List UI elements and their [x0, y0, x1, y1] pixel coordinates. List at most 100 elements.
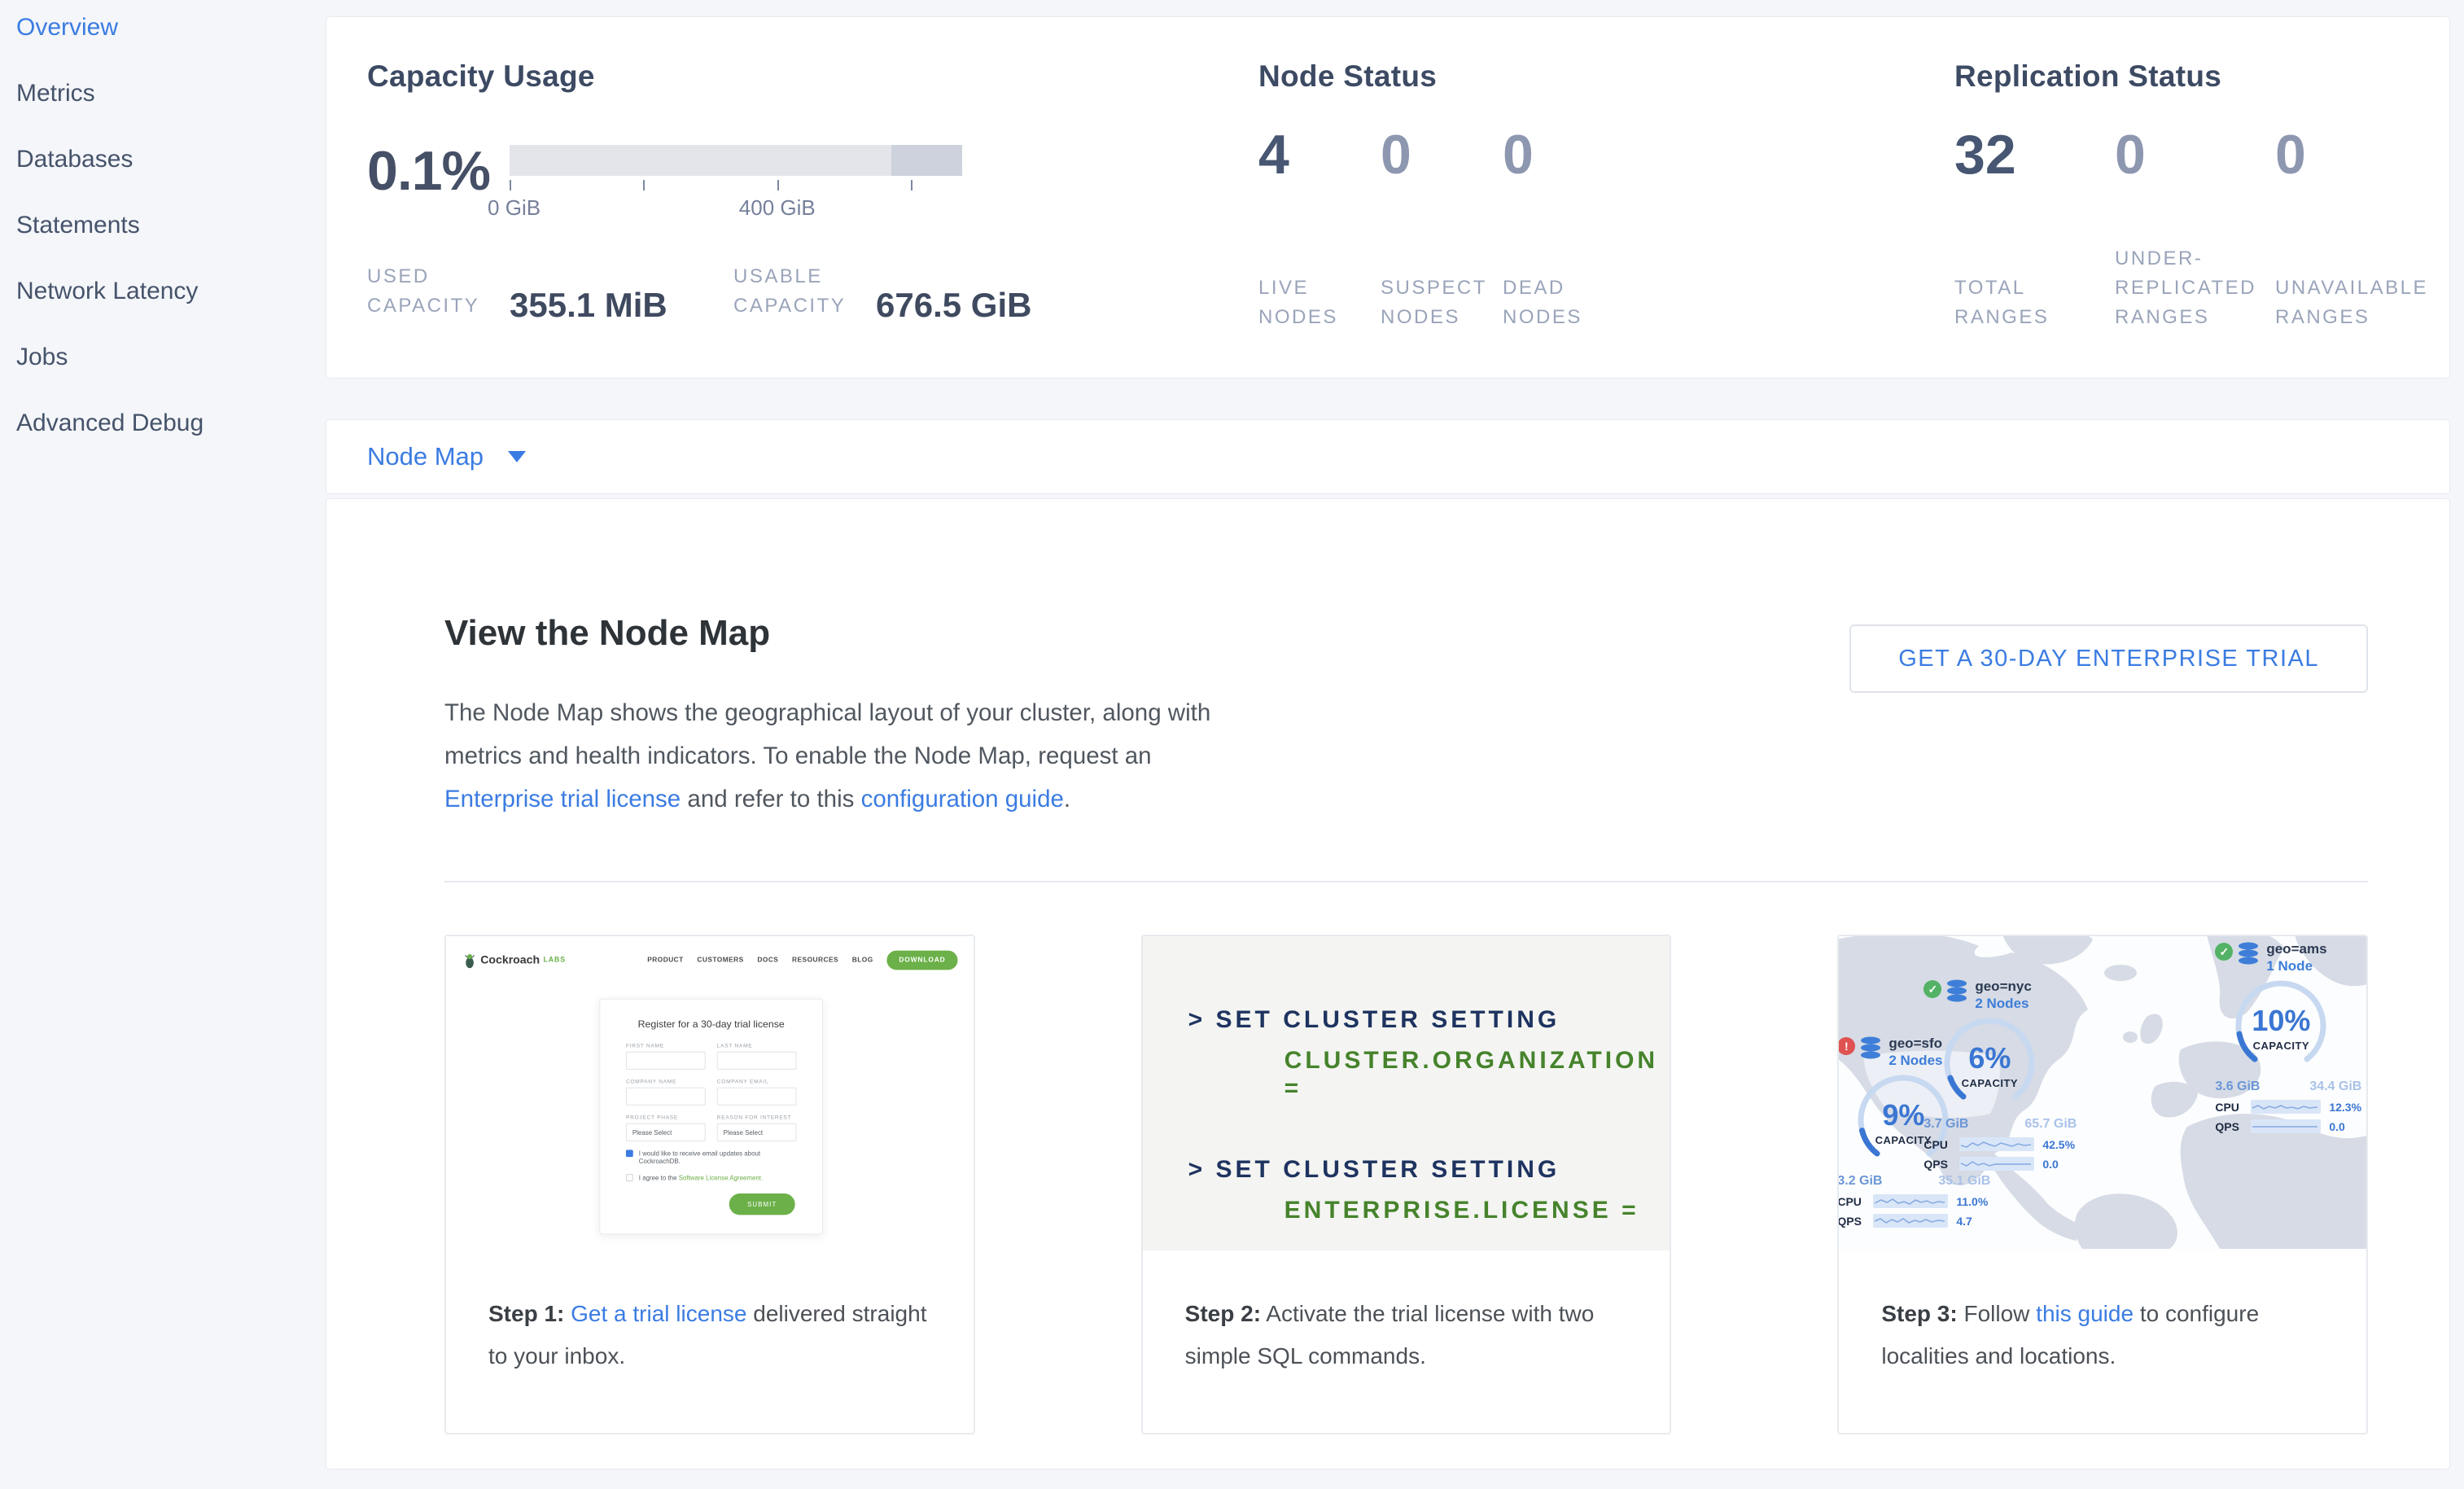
- node-map-selector-label: Node Map: [367, 442, 484, 471]
- ams-geo-label: geo=ams: [2266, 941, 2326, 957]
- stat-unavailable-ranges: 0 UNAVAILABLE RANGES: [2275, 125, 2436, 332]
- unavailable-ranges-value: 0: [2275, 125, 2436, 185]
- project-phase-label: PROJECT PHASE: [626, 1114, 706, 1120]
- sidebar-item-advanced-debug[interactable]: Advanced Debug: [16, 407, 326, 473]
- stat-live-nodes: 4 LIVE NODES: [1258, 125, 1381, 332]
- trial-register-form: Register for a 30-day trial license FIRS…: [599, 999, 823, 1235]
- sidebar-item-metrics[interactable]: Metrics: [16, 77, 326, 143]
- sidebar-item-jobs[interactable]: Jobs: [16, 341, 326, 407]
- stat-dead-nodes: 0 DEAD NODES: [1503, 125, 1625, 332]
- sfo-cpu-value: 11.0%: [1956, 1195, 1988, 1208]
- qps-label: QPS: [1923, 1158, 1959, 1171]
- cockroach-logo-icon: [463, 953, 476, 968]
- ams-labels: geo=ams 1 Node: [2266, 941, 2326, 975]
- usable-capacity-value: 676.5 GiB: [876, 286, 1031, 325]
- cpu-label: CPU: [1923, 1138, 1959, 1151]
- sfo-qps-row: QPS 4.7: [1839, 1214, 2000, 1228]
- step2-label: Step 2:: [1185, 1301, 1261, 1326]
- project-phase-select: Please Select: [626, 1123, 706, 1141]
- cluster-summary-panel: Capacity Usage 0.1% 0 GiB 400 Gi: [326, 16, 2450, 379]
- unavailable-ranges-label: UNAVAILABLE RANGES: [2275, 274, 2427, 332]
- sql-commands-snippet: > SET CLUSTER SETTING CLUSTER.ORGANIZATI…: [1143, 936, 1670, 1250]
- project-phase-field: PROJECT PHASE Please Select: [626, 1114, 706, 1141]
- last-name-field: LAST NAME: [717, 1042, 797, 1069]
- sidebar-item-statements[interactable]: Statements: [16, 209, 326, 275]
- total-ranges-label: TOTAL RANGES: [1954, 274, 2106, 332]
- node-map-description: The Node Map shows the geographical layo…: [444, 691, 1263, 821]
- reason-for-interest-select: Please Select: [717, 1123, 797, 1141]
- stat-suspect-nodes: 0 SUSPECT NODES: [1381, 125, 1503, 332]
- last-name-label: LAST NAME: [717, 1042, 797, 1049]
- map-region-nyc: ✓ geo=nyc 2 Nodes: [1923, 979, 2086, 1171]
- nyc-header: ✓ geo=nyc 2 Nodes: [1923, 979, 2086, 1013]
- usable-capacity-label: USABLE CAPACITY: [733, 262, 876, 321]
- node-status-title: Node Status: [1258, 59, 1954, 94]
- company-name-field: COMPANY NAME: [626, 1078, 706, 1105]
- capacity-bar-ticks: [510, 180, 962, 191]
- checkbox-checked-icon: [626, 1150, 633, 1157]
- live-nodes-value: 4: [1258, 125, 1381, 185]
- email-updates-checkbox-row: I would like to receive email updates ab…: [626, 1150, 797, 1165]
- tick-mark: [777, 180, 779, 191]
- sparkline-chart: [1959, 1137, 2034, 1151]
- sidebar-item-network-latency[interactable]: Network Latency: [16, 275, 326, 341]
- capacity-bar-reserved-segment: [891, 145, 962, 176]
- dead-nodes-value: 0: [1503, 125, 1625, 185]
- nyc-capacity-label: CAPACITY: [1923, 1077, 2055, 1089]
- used-capacity-label: USED CAPACITY: [367, 262, 510, 321]
- register-form-title: Register for a 30-day trial license: [626, 1018, 797, 1029]
- sfo-cpu-row: CPU 11.0%: [1839, 1194, 2000, 1208]
- step3-label: Step 3:: [1881, 1301, 1957, 1326]
- company-email-input: [717, 1088, 797, 1106]
- step1-caption: Step 1: Get a trial license delivered st…: [446, 1250, 974, 1377]
- alert-icon: !: [1839, 1037, 1855, 1055]
- step3-card: ! geo=sfo 2 Nodes: [1837, 935, 2368, 1434]
- sql-line-2: CLUSTER.ORGANIZATION =: [1285, 1047, 1670, 1102]
- steps-row: Cockroach LABS PRODUCT CUSTOMERS DOCS RE…: [444, 935, 2368, 1434]
- step3-caption: Step 3: Follow this guide to configure l…: [1839, 1250, 2366, 1377]
- get-trial-license-link[interactable]: Get a trial license: [571, 1301, 746, 1326]
- first-name-input: [626, 1052, 706, 1070]
- step1-card: Cockroach LABS PRODUCT CUSTOMERS DOCS RE…: [444, 935, 975, 1434]
- submit-button: SUBMIT: [729, 1193, 795, 1215]
- map-region-ams: ✓ geo=ams 1 Node: [2215, 941, 2366, 1133]
- check-icon: ✓: [1923, 980, 1941, 998]
- node-map-header-row: View the Node Map The Node Map shows the…: [444, 613, 2368, 821]
- tick-mark: [911, 180, 913, 191]
- sidebar-item-databases[interactable]: Databases: [16, 143, 326, 209]
- suspect-nodes-value: 0: [1381, 125, 1503, 185]
- sparkline-chart: [2251, 1100, 2321, 1114]
- nyc-labels: geo=nyc 2 Nodes: [1975, 979, 2031, 1013]
- node-map-selector[interactable]: Node Map: [326, 419, 2450, 494]
- ams-header: ✓ geo=ams 1 Node: [2215, 941, 2366, 975]
- step2-caption: Step 2: Activate the trial license with …: [1143, 1250, 1670, 1377]
- nyc-total-capacity: 65.7 GiB: [2024, 1117, 2077, 1132]
- nyc-node-count: 2 Nodes: [1975, 995, 2031, 1013]
- suspect-nodes-label: SUSPECT NODES: [1381, 274, 1501, 332]
- get-enterprise-trial-button[interactable]: GET A 30-DAY ENTERPRISE TRIAL: [1849, 624, 2368, 693]
- this-guide-link[interactable]: this guide: [2036, 1301, 2134, 1326]
- ams-qps-value: 0.0: [2329, 1120, 2344, 1133]
- ams-qps-row: QPS 0.0: [2215, 1119, 2366, 1133]
- first-name-field: FIRST NAME: [626, 1042, 706, 1069]
- sidebar-item-overview[interactable]: Overview: [16, 11, 326, 77]
- enterprise-trial-license-link[interactable]: Enterprise trial license: [444, 786, 681, 812]
- ams-used-capacity: 3.6 GiB: [2215, 1080, 2260, 1094]
- used-capacity-value: 355.1 MiB: [510, 286, 691, 325]
- configuration-guide-link[interactable]: configuration guide: [861, 786, 1064, 812]
- sql-line-4: ENTERPRISE.LICENSE =: [1285, 1197, 1670, 1224]
- nav-item-blog: BLOG: [852, 957, 873, 965]
- capacity-usage-title: Capacity Usage: [367, 59, 1258, 94]
- capacity-bar-tick-labels: 0 GiB 400 GiB: [510, 195, 962, 221]
- reason-for-interest-label: REASON FOR INTEREST: [717, 1114, 797, 1120]
- step2-card: > SET CLUSTER SETTING CLUSTER.ORGANIZATI…: [1141, 935, 1672, 1434]
- tick-mark: [643, 180, 645, 191]
- sql-line-1: > SET CLUSTER SETTING: [1188, 1006, 1670, 1034]
- stat-total-ranges: 32 TOTAL RANGES: [1954, 125, 2115, 332]
- company-name-input: [626, 1088, 706, 1106]
- step1-label: Step 1:: [488, 1301, 564, 1326]
- software-license-agreement-link: Software License Agreement.: [679, 1174, 764, 1181]
- node-status-section: Node Status 4 LIVE NODES 0 SUSPECT NODES…: [1258, 59, 1954, 378]
- replication-status-section: Replication Status 32 TOTAL RANGES 0 UND…: [1954, 59, 2449, 378]
- database-icon: [1859, 1036, 1882, 1060]
